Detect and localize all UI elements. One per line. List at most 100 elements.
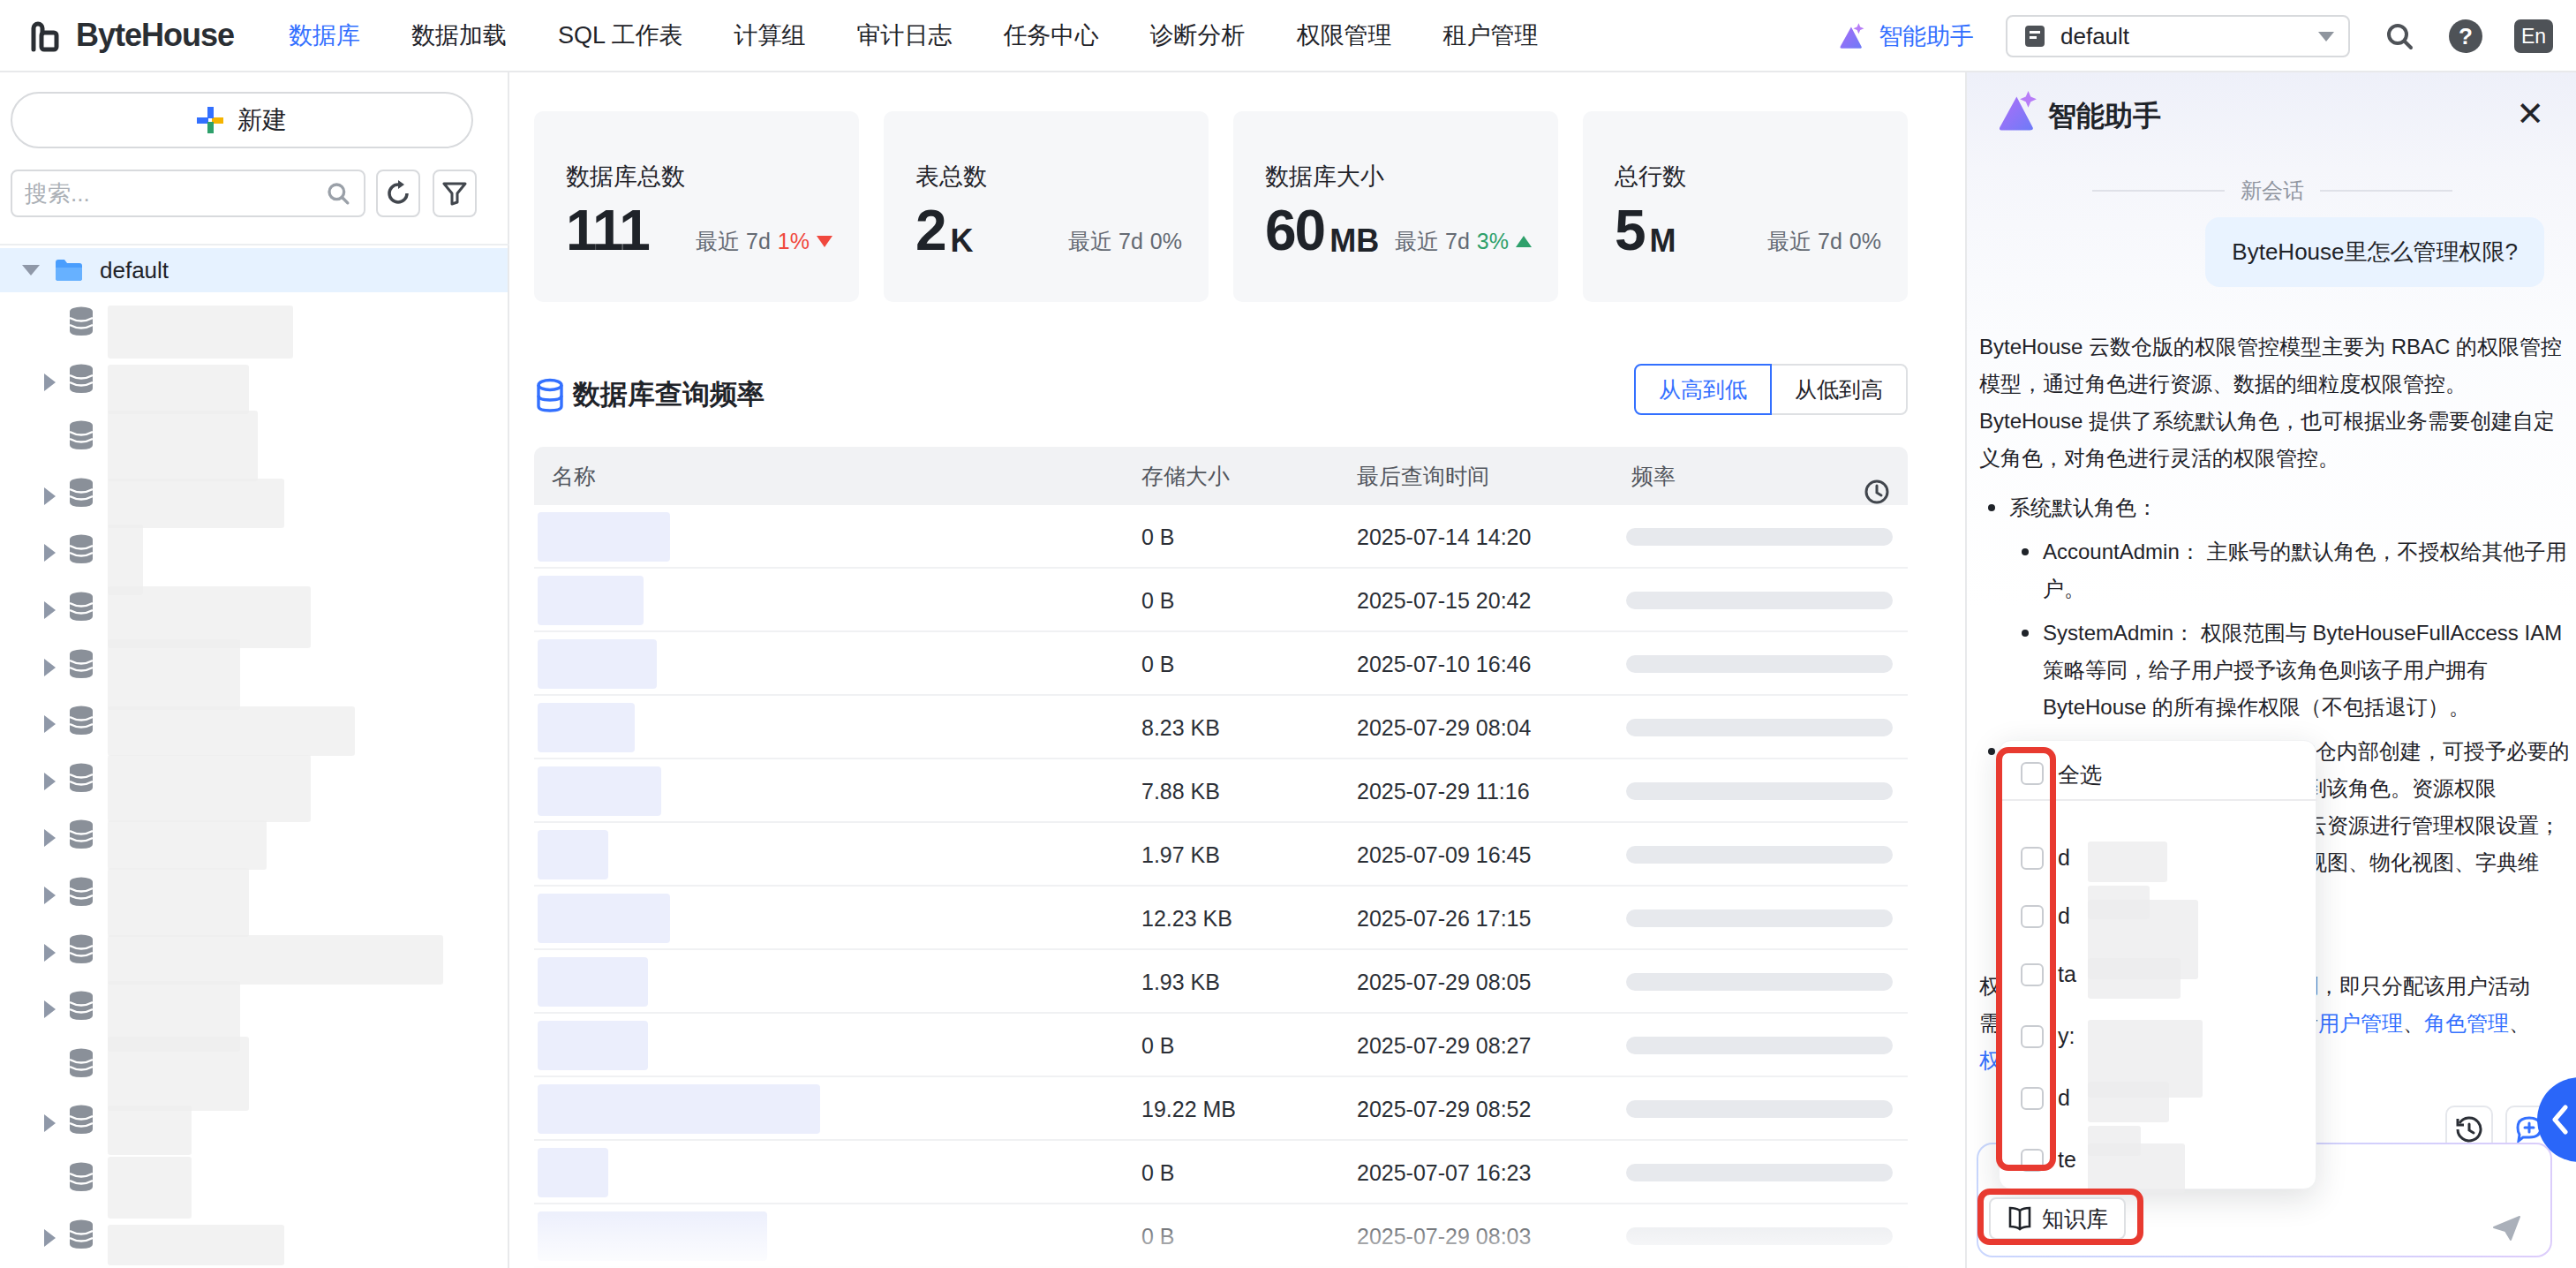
cell-time: 2025-07-29 08:52 bbox=[1357, 1077, 1531, 1141]
reply-line: 模型，通过角色进行资源、数据的细粒度权限管控。 bbox=[1979, 366, 2572, 403]
tree-item-6[interactable] bbox=[0, 639, 508, 696]
database-icon bbox=[67, 705, 95, 740]
stat-trend: 最近 7d 0% bbox=[1767, 227, 1881, 256]
query-frequency-table: 名称 存储大小 最后查询时间 频率 0 B2025-07-14 14:200 B… bbox=[534, 447, 1908, 1268]
new-button[interactable]: 新建 bbox=[11, 92, 473, 148]
table-row[interactable]: 1.97 KB2025-07-09 16:45 bbox=[534, 823, 1908, 887]
cell-time: 2025-07-10 16:46 bbox=[1357, 632, 1531, 696]
frequency-bar bbox=[1626, 655, 1893, 673]
tree-root-default[interactable]: default bbox=[0, 248, 508, 292]
sidebar: 新建 default bbox=[0, 72, 509, 1268]
close-icon[interactable]: ✕ bbox=[2516, 97, 2544, 131]
stat-title: 数据库大小 bbox=[1265, 161, 1526, 192]
tree-item-4[interactable] bbox=[0, 525, 508, 581]
cell-time: 2025-07-29 08:27 bbox=[1357, 1014, 1531, 1077]
send-button[interactable] bbox=[2484, 1204, 2530, 1250]
tree-item-0[interactable] bbox=[0, 297, 508, 353]
caret-right-icon bbox=[44, 773, 56, 790]
global-search-button[interactable] bbox=[2382, 19, 2417, 54]
col-name: 名称 bbox=[552, 447, 596, 505]
cell-size: 1.97 KB bbox=[1141, 823, 1220, 887]
table-row[interactable]: 0 B2025-07-15 20:42 bbox=[534, 569, 1908, 632]
tree-item-12[interactable] bbox=[0, 981, 508, 1038]
redacted-name bbox=[538, 1084, 820, 1134]
redacted-name bbox=[108, 935, 443, 985]
nav-item-8[interactable]: 租户管理 bbox=[1443, 19, 1539, 51]
nav-item-1[interactable]: 数据加载 bbox=[411, 19, 507, 51]
plus-icon bbox=[197, 107, 223, 133]
database-icon bbox=[67, 363, 95, 398]
workspace-select[interactable]: default bbox=[2006, 15, 2350, 57]
tree-item-5[interactable] bbox=[0, 582, 508, 638]
tree-item-3[interactable] bbox=[0, 468, 508, 525]
table-row[interactable]: 8.23 KB2025-07-29 08:04 bbox=[534, 696, 1908, 759]
redacted-name bbox=[108, 706, 355, 756]
sidebar-search-input[interactable] bbox=[25, 180, 325, 208]
text-link[interactable]: 角色管理 bbox=[2424, 1011, 2509, 1035]
col-time: 最后查询时间 bbox=[1357, 447, 1489, 505]
table-row[interactable]: 7.88 KB2025-07-29 11:16 bbox=[534, 759, 1908, 823]
new-session-divider: 新会话 bbox=[1967, 177, 2576, 205]
cell-time: 2025-07-14 14:20 bbox=[1357, 505, 1531, 569]
filter-button[interactable] bbox=[433, 170, 477, 217]
redacted-name bbox=[538, 957, 648, 1007]
tree-item-1[interactable] bbox=[0, 354, 508, 411]
cell-size: 8.23 KB bbox=[1141, 696, 1220, 759]
nav-item-2[interactable]: SQL 工作表 bbox=[558, 19, 683, 51]
database-icon bbox=[67, 648, 95, 683]
tree-item-13[interactable] bbox=[0, 1038, 508, 1095]
assistant-toggle[interactable]: 智能助手 bbox=[1836, 20, 1974, 52]
refresh-button[interactable] bbox=[376, 170, 420, 217]
database-icon bbox=[67, 1161, 95, 1196]
nav-item-6[interactable]: 诊断分析 bbox=[1150, 19, 1246, 51]
table-row[interactable]: 12.23 KB2025-07-26 17:15 bbox=[534, 887, 1908, 950]
chevron-left-icon bbox=[2550, 1104, 2569, 1136]
col-size: 存储大小 bbox=[1141, 447, 1230, 505]
table-row[interactable]: 0 B2025-07-14 14:20 bbox=[534, 505, 1908, 569]
sort-asc-button[interactable]: 从低到高 bbox=[1770, 364, 1908, 415]
caret-right-icon bbox=[44, 544, 56, 562]
help-button[interactable]: ? bbox=[2449, 19, 2482, 53]
tree-item-15[interactable] bbox=[0, 1152, 508, 1209]
table-row[interactable]: 0 B2025-07-29 08:27 bbox=[534, 1014, 1908, 1077]
table-row[interactable]: 1.93 KB2025-07-29 08:05 bbox=[534, 950, 1908, 1014]
nav-item-3[interactable]: 计算组 bbox=[734, 19, 806, 51]
text-link[interactable]: 用户管理 bbox=[2318, 1011, 2403, 1035]
redacted-name bbox=[108, 365, 249, 414]
tree-item-11[interactable] bbox=[0, 925, 508, 981]
sidebar-search[interactable] bbox=[11, 170, 365, 217]
table-row[interactable]: 0 B2025-07-29 08:03 bbox=[534, 1204, 1908, 1268]
frequency-bar bbox=[1626, 1037, 1893, 1054]
brand: ByteHouse bbox=[26, 16, 234, 55]
tree-item-7[interactable] bbox=[0, 696, 508, 752]
tree-item-9[interactable] bbox=[0, 810, 508, 866]
tree-item-16[interactable] bbox=[0, 1210, 508, 1266]
sort-desc-button[interactable]: 从高到低 bbox=[1634, 364, 1772, 415]
table-row[interactable]: 0 B2025-07-10 16:46 bbox=[534, 632, 1908, 696]
stat-cards: 数据库总数111最近 7d 1%表总数2K最近 7d 0%数据库大小60MB最近… bbox=[534, 111, 1908, 302]
caret-down-icon bbox=[22, 265, 40, 275]
table-header: 名称 存储大小 最后查询时间 频率 bbox=[534, 447, 1908, 505]
redacted-text bbox=[2088, 842, 2167, 882]
database-icon bbox=[67, 762, 95, 797]
database-tree bbox=[0, 297, 508, 1268]
language-toggle[interactable]: En bbox=[2514, 19, 2553, 53]
tree-item-8[interactable] bbox=[0, 753, 508, 810]
nav-item-7[interactable]: 权限管理 bbox=[1297, 19, 1392, 51]
table-row[interactable]: 0 B2025-07-07 16:23 bbox=[534, 1141, 1908, 1204]
database-icon bbox=[67, 591, 95, 626]
table-row[interactable]: 19.22 MB2025-07-29 08:52 bbox=[534, 1077, 1908, 1141]
stat-value: 60 bbox=[1265, 198, 1324, 263]
tree-item-10[interactable] bbox=[0, 867, 508, 924]
redacted-name bbox=[108, 306, 293, 359]
nav-item-4[interactable]: 审计日志 bbox=[857, 19, 953, 51]
tree-item-2[interactable] bbox=[0, 411, 508, 467]
sort-toggle: 从高到低 从低到高 bbox=[1634, 364, 1908, 415]
stat-trend: 最近 7d 3% bbox=[1395, 227, 1532, 256]
annotation-checkbox-highlight bbox=[1996, 747, 2056, 1171]
database-icon bbox=[67, 819, 95, 854]
nav-item-0[interactable]: 数据库 bbox=[289, 19, 360, 51]
tree-item-14[interactable] bbox=[0, 1095, 508, 1151]
nav-item-5[interactable]: 任务中心 bbox=[1004, 19, 1099, 51]
caret-right-icon bbox=[44, 659, 56, 676]
